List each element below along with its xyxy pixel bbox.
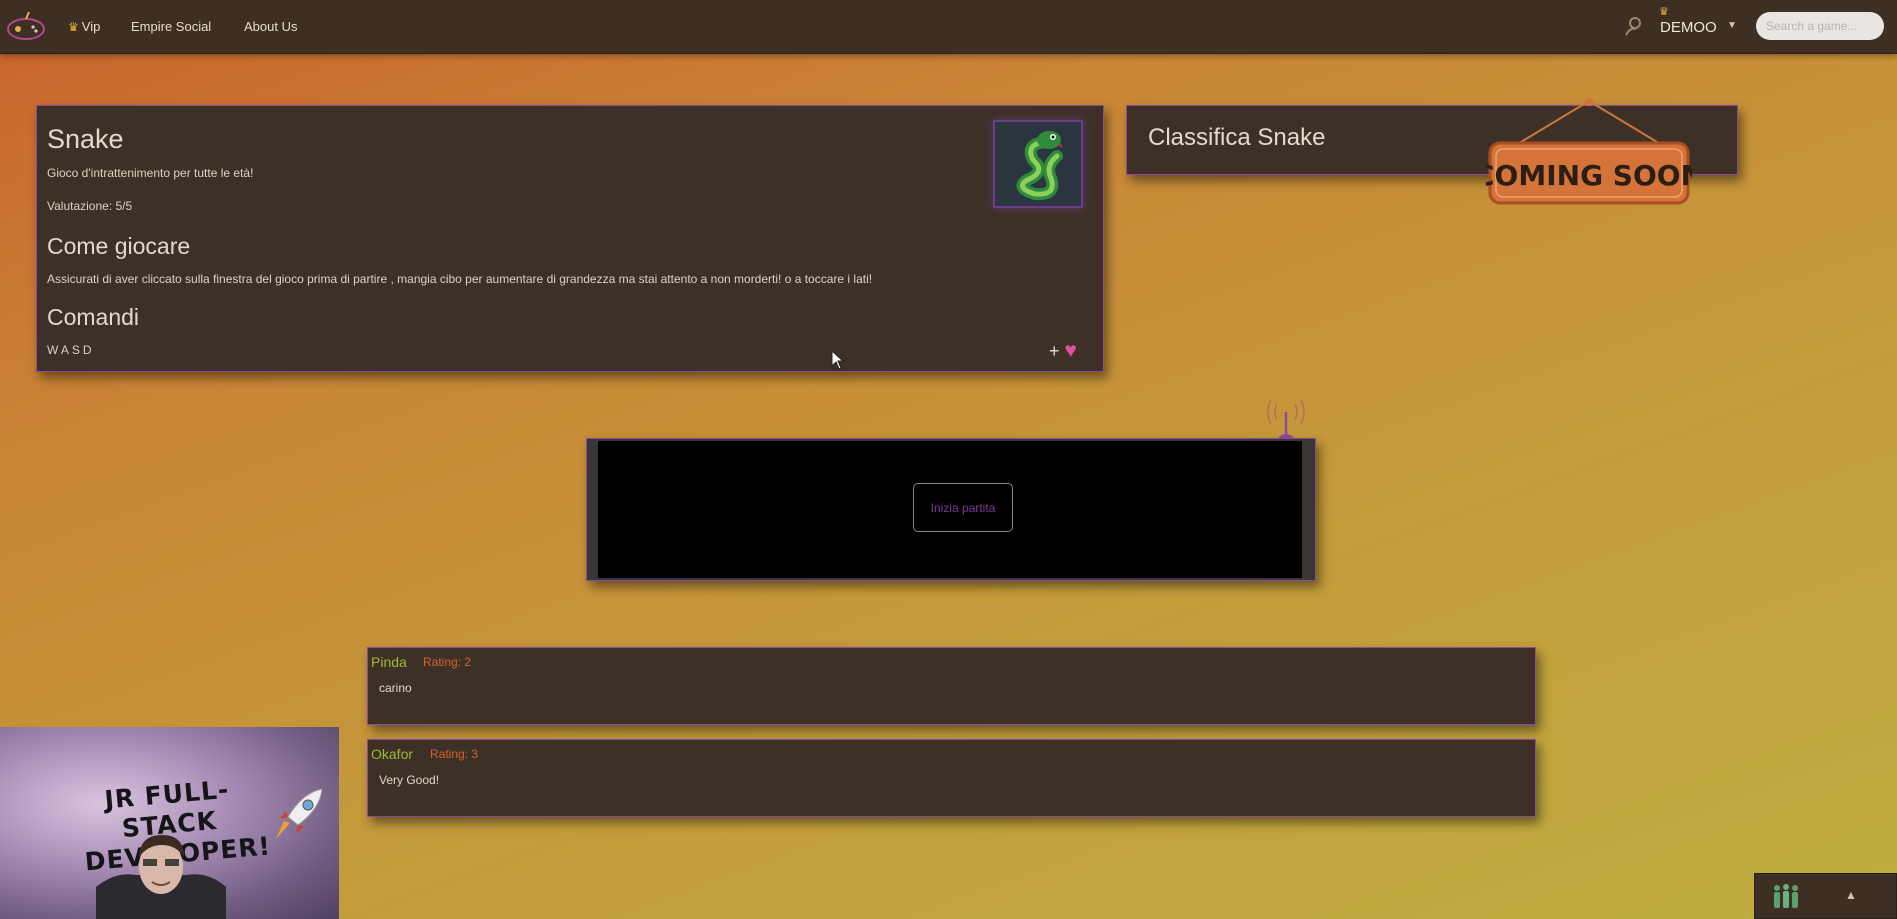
user-menu[interactable]: ♛ DEMOO ▼ [1624,6,1744,40]
review-text: carino [379,681,412,695]
caret-up-icon: ▲ [1845,888,1857,902]
coming-soon-label: COMING SOON [1486,159,1692,192]
game-thumbnail [993,120,1083,208]
review-rating: Rating: 2 [423,655,472,669]
start-game-button[interactable]: Inizia partita [913,483,1013,532]
mouse-cursor-icon [831,350,845,370]
review-card: Okafor Rating: 3 Very Good! [367,739,1536,817]
heart-icon: ♥ [1064,339,1077,362]
leaderboard-title: Classifica Snake [1148,124,1326,151]
nav-empire-social-link[interactable]: Empire Social [131,19,211,34]
review-author: Pinda [371,654,407,670]
streamer-avatar [96,835,226,919]
webcam-overlay: JR FULL-STACK DEVELOPER! [0,727,339,919]
nav-about-link[interactable]: About Us [244,19,297,34]
add-favorite-button[interactable]: + ♥ [1049,339,1077,363]
howto-text: Assicurati di aver cliccato sulla finest… [47,272,873,286]
game-info-panel: Snake Gioco d'intrattenimento per tutte … [36,105,1104,372]
plus-icon: + [1049,341,1060,361]
snake-icon [1016,131,1063,201]
nav-vip-label: Vip [81,19,101,34]
review-author: Okafor [371,746,414,762]
review-card: Pinda Rating: 2 carino [367,647,1536,725]
commands-heading: Comandi [47,304,140,330]
review-text: Very Good! [379,773,440,787]
crown-icon: ♛ [68,20,79,34]
nav-vip-link[interactable]: ♛ Vip [68,19,100,34]
coming-soon-sign: COMING SOON [1486,98,1692,205]
top-navbar: ♛ Vip Empire Social About Us ♛ DEMOO ▼ [0,0,1897,54]
user-crown-icon: ♛ [1659,6,1669,18]
review-rating: Rating: 3 [430,747,479,761]
game-description: Gioco d'intrattenimento per tutte le età… [47,166,254,180]
keys-text: WASD [47,343,95,357]
game-rating: Valutazione: 5/5 [47,199,133,213]
antenna-icon [1267,399,1305,438]
gamepad-logo-icon[interactable] [6,10,46,42]
search-input[interactable] [1756,12,1884,40]
chat-widget[interactable]: ▲ [1754,873,1897,919]
rocket-icon [276,788,323,839]
user-icon [1625,17,1641,36]
game-title: Snake [47,124,124,154]
chat-people-icon [1774,884,1798,908]
howto-heading: Come giocare [47,233,191,259]
caret-down-icon: ▼ [1727,20,1737,31]
username-label: DEMOO [1660,19,1717,36]
